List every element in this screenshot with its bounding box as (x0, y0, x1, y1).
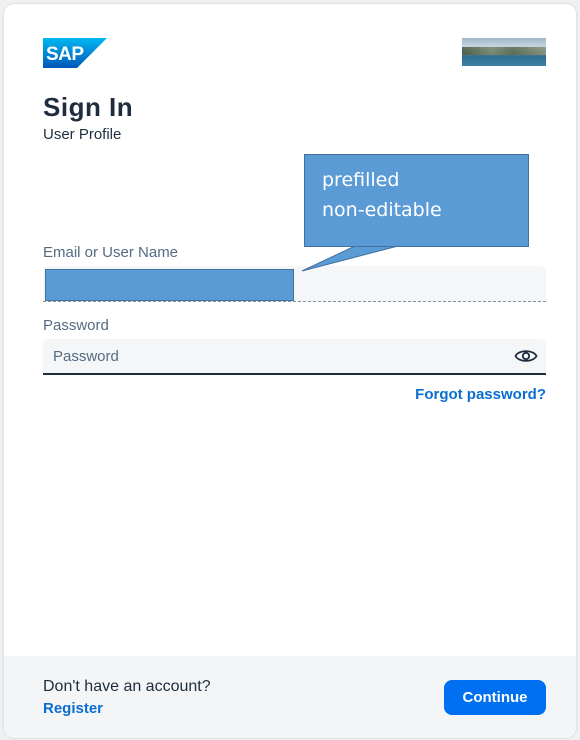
sign-in-card: SAP Sign In User Profile Email or User N… (4, 4, 576, 738)
annotation-callout: prefilled non-editable (304, 154, 529, 247)
password-field-container (43, 339, 546, 375)
forgot-password-link[interactable]: Forgot password? (415, 386, 546, 403)
callout-line1: prefilled (322, 169, 400, 191)
password-label: Password (43, 317, 109, 334)
register-link[interactable]: Register (43, 700, 103, 717)
password-input[interactable] (43, 339, 503, 373)
callout-line2: non-editable (322, 199, 442, 221)
email-label: Email or User Name (43, 244, 179, 261)
email-redaction (45, 269, 294, 301)
landscape-hills (462, 47, 546, 55)
sap-logo: SAP (43, 38, 107, 68)
continue-button[interactable]: Continue (444, 680, 546, 715)
page-subtitle: User Profile (43, 126, 122, 143)
no-account-text: Don't have an account? (43, 678, 211, 695)
sap-logo-text: SAP (46, 44, 84, 65)
eye-icon[interactable] (514, 346, 538, 366)
email-field[interactable] (43, 266, 546, 302)
landscape-image (462, 38, 546, 66)
page-title: Sign In (43, 92, 134, 122)
